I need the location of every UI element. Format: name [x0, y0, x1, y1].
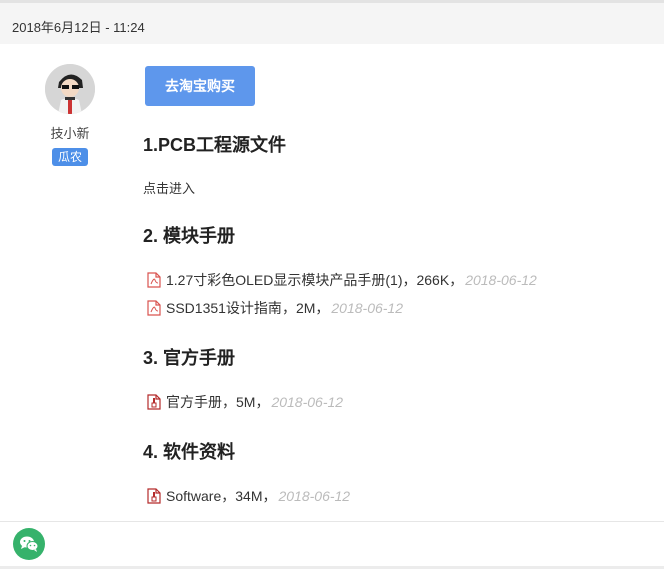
- file-date: 2018-06-12: [331, 300, 404, 316]
- section-title-official-manual: 3. 官方手册: [143, 348, 236, 368]
- separator: ，: [221, 488, 236, 504]
- post-header: 2018年6月12日 - 11:24: [0, 0, 664, 44]
- archive-file-icon: [147, 488, 161, 504]
- file-size: 2M: [295, 300, 316, 316]
- separator: ，: [281, 300, 296, 316]
- file-date: 2018-06-12: [271, 394, 344, 410]
- archive-file-icon: [147, 394, 161, 410]
- file-item[interactable]: Software， 34M， 2018-06-12: [147, 486, 350, 506]
- author-panel: 技小新 瓜农: [44, 64, 96, 166]
- post-content: 去淘宝购买 1.PCB工程源文件 点击进入 2. 模块手册 1.27寸彩色OLE…: [143, 66, 643, 504]
- avatar[interactable]: [45, 64, 95, 114]
- file-name[interactable]: SSD1351设计指南: [166, 298, 282, 318]
- post-footer: [0, 522, 664, 569]
- separator: ，: [222, 394, 236, 410]
- file-size: 34M: [235, 488, 263, 504]
- separator: ，: [262, 488, 277, 504]
- file-name[interactable]: Software: [166, 488, 221, 504]
- file-name[interactable]: 1.27寸彩色OLED显示模块产品手册(1): [166, 270, 402, 290]
- wechat-icon: [20, 536, 39, 552]
- section-title-module-manual: 2. 模块手册: [143, 226, 236, 246]
- file-date: 2018-06-12: [465, 272, 537, 288]
- buy-on-taobao-button[interactable]: 去淘宝购买: [145, 66, 255, 106]
- separator: ，: [402, 272, 417, 288]
- post-date: 2018年6月12日 - 11:24: [12, 20, 145, 35]
- file-item[interactable]: 官方手册， 5M， 2018-06-12: [147, 392, 343, 412]
- section-title-software: 4. 软件资料: [143, 442, 236, 462]
- file-date: 2018-06-12: [278, 488, 351, 504]
- author-name[interactable]: 技小新: [34, 123, 106, 142]
- enter-link[interactable]: 点击进入: [143, 178, 195, 197]
- wechat-share-button[interactable]: [13, 528, 45, 560]
- file-name[interactable]: 官方手册: [166, 392, 222, 412]
- file-size: 266K: [416, 272, 450, 288]
- separator: ，: [315, 300, 330, 316]
- role-badge: 瓜农: [51, 148, 88, 166]
- file-size: 5M: [236, 394, 256, 410]
- pdf-file-icon: [147, 272, 161, 288]
- section-title-pcb: 1.PCB工程源文件: [143, 135, 287, 155]
- file-item[interactable]: SSD1351设计指南， 2M， 2018-06-12: [147, 298, 403, 318]
- avatar-cartoon-icon: [45, 64, 95, 114]
- separator: ，: [255, 394, 270, 410]
- pdf-file-icon: [147, 300, 161, 316]
- file-item[interactable]: 1.27寸彩色OLED显示模块产品手册(1)， 266K， 2018-06-12: [147, 270, 537, 290]
- post-body: 技小新 瓜农 去淘宝购买 1.PCB工程源文件 点击进入 2. 模块手册 1.2…: [0, 44, 664, 522]
- separator: ，: [449, 272, 464, 288]
